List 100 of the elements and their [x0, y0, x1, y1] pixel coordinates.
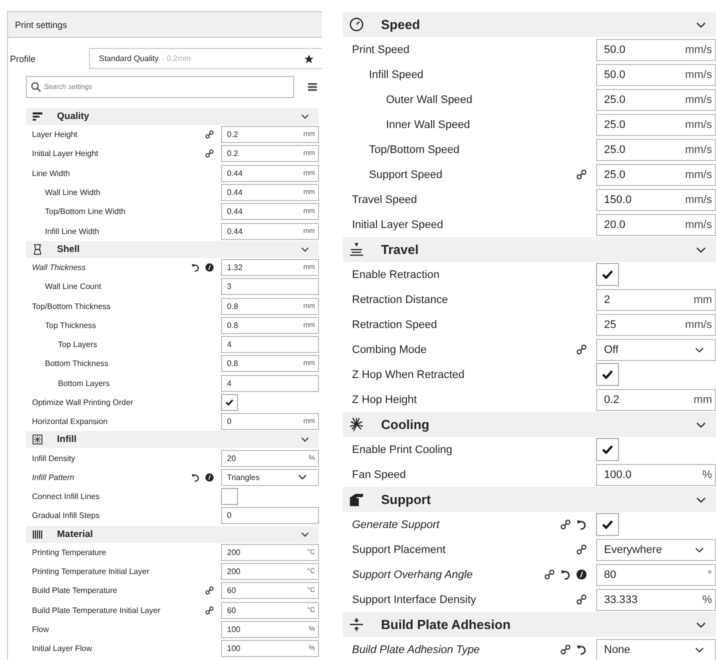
fan-icon	[349, 417, 364, 432]
number-field[interactable]: 25.0 mm/s	[596, 138, 716, 160]
link-icon[interactable]	[544, 569, 555, 580]
number-field[interactable]: 80 °	[596, 564, 716, 586]
setting-label: Top/Bottom Thickness	[31, 302, 112, 311]
setting-label: Bottom Thickness	[44, 359, 110, 368]
setting-label: Wall Thickness	[31, 262, 87, 272]
checkbox[interactable]	[596, 263, 619, 286]
number-field[interactable]: 4	[221, 374, 319, 392]
setting-label: Top/Bottom Line Width	[44, 207, 126, 216]
menu-icon[interactable]	[308, 83, 317, 91]
setting-label: Support Overhang Angle	[351, 568, 474, 580]
dropdown[interactable]: Triangles	[221, 468, 319, 486]
setting-label: Optimize Wall Printing Order	[31, 398, 134, 407]
number-field[interactable]: 3	[221, 278, 319, 296]
chevron-icon	[696, 622, 706, 628]
setting-label: Retraction Speed	[351, 318, 438, 330]
section-header[interactable]: Quality	[26, 108, 319, 125]
star-icon[interactable]	[304, 54, 314, 64]
checkbox[interactable]	[596, 513, 619, 536]
section-header[interactable]: Build Plate Adhesion	[343, 612, 716, 637]
number-field[interactable]: 25.0 mm/s	[596, 88, 716, 110]
section-header[interactable]: Support	[343, 487, 716, 512]
number-field[interactable]: 100.0 %	[596, 464, 716, 486]
chevron-icon	[695, 546, 704, 552]
setting-label: Infill Density	[31, 454, 76, 463]
check-icon	[224, 397, 235, 408]
link-icon[interactable]	[560, 644, 571, 655]
setting-label: Build Plate Adhesion Type	[351, 644, 481, 656]
section-header[interactable]: Infill	[26, 431, 319, 448]
number-field[interactable]: 0.2 mm	[596, 388, 716, 410]
link-icon[interactable]	[205, 586, 214, 596]
number-field[interactable]: 20.0 mm/s	[596, 214, 716, 236]
support-icon	[349, 492, 364, 507]
checkbox[interactable]	[221, 488, 238, 506]
section-header[interactable]: Material	[26, 526, 319, 543]
chevron-icon	[301, 114, 309, 119]
dropdown[interactable]: Off	[596, 338, 716, 360]
chevron-icon	[696, 422, 706, 428]
setting-label: Build Plate Temperature Initial Layer	[31, 606, 162, 615]
chevron-icon	[696, 22, 706, 28]
circle-icon[interactable]	[576, 569, 587, 580]
number-field[interactable]: 25.0 mm/s	[596, 114, 716, 136]
number-field[interactable]: 4	[221, 336, 319, 354]
reset-icon[interactable]	[576, 519, 587, 530]
setting-label: Initial Layer Height	[31, 149, 100, 158]
number-field[interactable]: 50.0 mm/s	[596, 38, 716, 60]
reset-icon[interactable]	[191, 472, 200, 482]
setting-label: Build Plate Temperature	[31, 586, 118, 596]
setting-label: Flow	[31, 624, 50, 634]
setting-label: Top Layers	[57, 340, 98, 350]
setting-label: Wall Line Count	[44, 282, 102, 292]
setting-label: Enable Print Cooling	[351, 444, 454, 456]
dropdown[interactable]: Everywhere	[596, 538, 716, 560]
dropdown[interactable]: None	[596, 638, 716, 660]
chevron-icon	[696, 496, 706, 502]
number-field[interactable]: 2 mm	[596, 288, 716, 310]
number-field[interactable]: 50.0 mm/s	[596, 64, 716, 86]
chevron-icon	[695, 646, 704, 652]
section-header[interactable]: Speed	[343, 12, 716, 37]
link-icon[interactable]	[576, 594, 587, 605]
setting-label: Travel Speed	[351, 194, 418, 206]
section-header[interactable]: Travel	[343, 237, 716, 262]
profile-dropdown[interactable]: Standard Quality - 0.2mm	[89, 48, 322, 69]
number-field[interactable]: 25.0 mm/s	[596, 164, 716, 186]
setting-label: Horizontal Expansion	[31, 417, 109, 426]
chevron-icon	[301, 437, 309, 442]
panel-title: Print settings	[8, 12, 322, 38]
link-icon[interactable]	[205, 130, 214, 140]
link-icon[interactable]	[576, 344, 587, 355]
number-field[interactable]: 0	[221, 507, 319, 524]
reset-icon[interactable]	[576, 644, 587, 655]
checkbox[interactable]	[596, 363, 619, 386]
link-icon[interactable]	[576, 544, 587, 555]
setting-label: Retraction Distance	[351, 294, 449, 306]
setting-label: Infill Line Width	[44, 226, 100, 236]
link-icon[interactable]	[205, 149, 214, 158]
setting-label: Z Hop Height	[351, 394, 418, 406]
setting-label: Enable Retraction	[351, 268, 440, 280]
reset-icon[interactable]	[191, 262, 200, 272]
gauge-icon	[349, 17, 364, 32]
section-header[interactable]: Cooling	[343, 412, 716, 437]
circle-icon[interactable]	[205, 472, 214, 482]
number-field[interactable]: 150.0 mm/s	[596, 188, 716, 210]
circle-icon[interactable]	[205, 262, 214, 272]
link-icon[interactable]	[205, 606, 214, 615]
setting-label: Print Speed	[351, 44, 410, 56]
search-icon	[31, 82, 41, 92]
number-field[interactable]: 25 mm/s	[596, 314, 716, 336]
checkbox[interactable]	[596, 438, 619, 461]
setting-label: Bottom Layers	[57, 378, 111, 388]
link-icon[interactable]	[576, 169, 587, 180]
link-icon[interactable]	[560, 519, 571, 530]
number-field[interactable]: 33.333 %	[596, 588, 716, 610]
setting-label: Wall Line Width	[44, 188, 102, 198]
checkbox[interactable]	[221, 394, 238, 411]
adhesion-icon	[349, 617, 364, 632]
reset-icon[interactable]	[560, 569, 571, 580]
setting-label: Support Interface Density	[351, 594, 478, 606]
section-header[interactable]: Shell	[26, 240, 319, 258]
